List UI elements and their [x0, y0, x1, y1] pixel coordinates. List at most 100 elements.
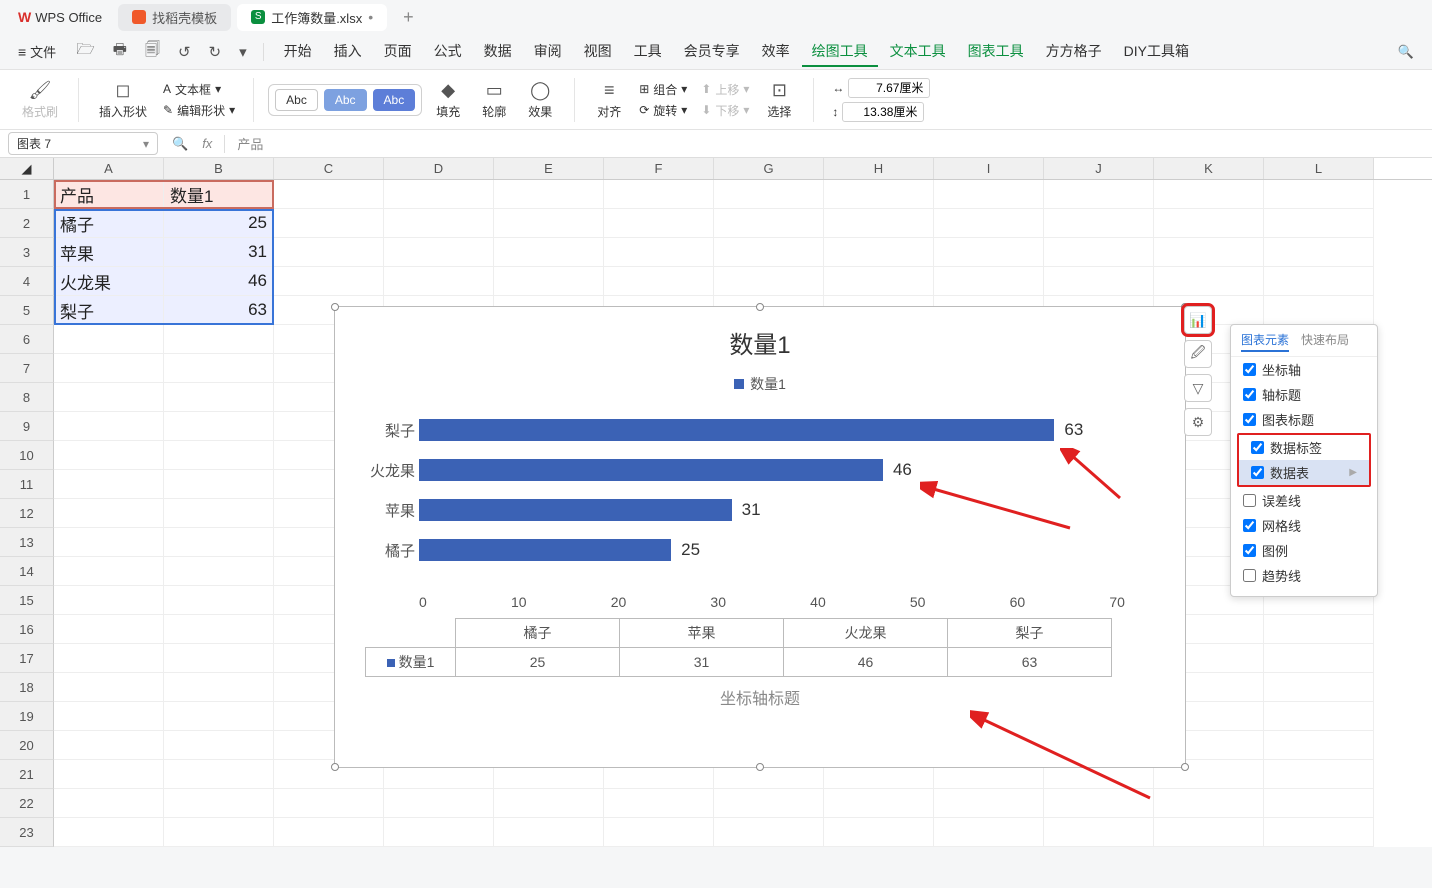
align-button[interactable]: ≡对齐: [589, 78, 629, 122]
cell[interactable]: [714, 818, 824, 847]
ribbon-tab[interactable]: 视图: [574, 37, 622, 67]
select-all-corner[interactable]: ◢: [0, 158, 54, 179]
ribbon-tab[interactable]: 文本工具: [880, 37, 956, 67]
row-header[interactable]: 9: [0, 412, 54, 441]
column-header[interactable]: G: [714, 158, 824, 179]
cell[interactable]: [274, 238, 384, 267]
ribbon-tab[interactable]: 图表工具: [958, 37, 1034, 67]
column-header[interactable]: I: [934, 158, 1044, 179]
bar[interactable]: [419, 419, 1054, 441]
cell[interactable]: 梨子: [54, 296, 164, 325]
resize-handle[interactable]: [331, 303, 339, 311]
row-header[interactable]: 11: [0, 470, 54, 499]
insert-shape-button[interactable]: ◻插入形状: [93, 78, 153, 122]
cell[interactable]: [1264, 760, 1374, 789]
column-header[interactable]: D: [384, 158, 494, 179]
ce-checkbox[interactable]: [1243, 363, 1256, 376]
chart[interactable]: 数量1 数量1 梨子63火龙果46苹果31橘子25 01020304050607…: [334, 306, 1186, 768]
cell[interactable]: [824, 180, 934, 209]
cell[interactable]: [1044, 818, 1154, 847]
fill-button[interactable]: ◆填充: [428, 78, 468, 122]
bar[interactable]: [419, 459, 883, 481]
ribbon-tab[interactable]: 方方格子: [1036, 37, 1112, 67]
textbox-button[interactable]: A文本框▾: [159, 80, 239, 99]
cell[interactable]: [1264, 180, 1374, 209]
cell[interactable]: [494, 238, 604, 267]
row-header[interactable]: 5: [0, 296, 54, 325]
cell[interactable]: 63: [164, 296, 274, 325]
group-button[interactable]: ⊞组合▾: [635, 80, 691, 99]
cell[interactable]: [934, 209, 1044, 238]
row-header[interactable]: 20: [0, 731, 54, 760]
cell[interactable]: [274, 789, 384, 818]
shape-style-gallery[interactable]: Abc Abc Abc: [268, 84, 422, 116]
cell[interactable]: [604, 267, 714, 296]
column-header[interactable]: J: [1044, 158, 1154, 179]
cell[interactable]: 苹果: [54, 238, 164, 267]
row-header[interactable]: 4: [0, 267, 54, 296]
cell[interactable]: 火龙果: [54, 267, 164, 296]
tab-add-button[interactable]: +: [393, 7, 424, 28]
cell[interactable]: [274, 180, 384, 209]
cell[interactable]: [54, 818, 164, 847]
ribbon-tab[interactable]: 公式: [424, 37, 472, 67]
effect-button[interactable]: ◯效果: [520, 78, 560, 122]
row-header[interactable]: 3: [0, 238, 54, 267]
cell[interactable]: [714, 267, 824, 296]
cell[interactable]: [54, 528, 164, 557]
row-header[interactable]: 23: [0, 818, 54, 847]
height-input[interactable]: [842, 102, 924, 122]
cell[interactable]: [604, 818, 714, 847]
cell[interactable]: [164, 673, 274, 702]
row-header[interactable]: 6: [0, 325, 54, 354]
width-input[interactable]: [848, 78, 930, 98]
resize-handle[interactable]: [331, 763, 339, 771]
cell[interactable]: [494, 818, 604, 847]
ce-checkbox[interactable]: [1243, 544, 1256, 557]
cell[interactable]: [494, 789, 604, 818]
cell[interactable]: 产品: [54, 180, 164, 209]
cell[interactable]: [164, 702, 274, 731]
cell[interactable]: [1264, 615, 1374, 644]
cell[interactable]: [164, 818, 274, 847]
column-header[interactable]: A: [54, 158, 164, 179]
cell[interactable]: [1264, 296, 1374, 325]
cell[interactable]: [54, 702, 164, 731]
bar-row[interactable]: 橘子25: [419, 530, 1125, 570]
cell[interactable]: [164, 441, 274, 470]
cell[interactable]: [824, 209, 934, 238]
row-header[interactable]: 22: [0, 789, 54, 818]
row-header[interactable]: 21: [0, 760, 54, 789]
cell[interactable]: [1154, 789, 1264, 818]
cell[interactable]: [1044, 267, 1154, 296]
cell[interactable]: [1264, 267, 1374, 296]
qat-save-icon[interactable]: 🗁: [70, 35, 101, 68]
cell[interactable]: [54, 789, 164, 818]
ce-item[interactable]: 图例: [1231, 538, 1377, 563]
cell[interactable]: [714, 238, 824, 267]
cell[interactable]: [54, 441, 164, 470]
qat-undo-icon[interactable]: 🖶: [107, 35, 133, 68]
cell[interactable]: [824, 818, 934, 847]
resize-handle[interactable]: [756, 763, 764, 771]
ribbon-tab[interactable]: 绘图工具: [802, 37, 878, 67]
cell[interactable]: [384, 818, 494, 847]
column-header[interactable]: L: [1264, 158, 1374, 179]
name-box[interactable]: 图表 7▾: [8, 132, 158, 155]
cell[interactable]: [54, 586, 164, 615]
column-header[interactable]: F: [604, 158, 714, 179]
cell[interactable]: 31: [164, 238, 274, 267]
plot-area[interactable]: 梨子63火龙果46苹果31橘子25: [419, 410, 1125, 590]
cell[interactable]: [54, 470, 164, 499]
ribbon-tab[interactable]: 页面: [374, 37, 422, 67]
cell[interactable]: [164, 470, 274, 499]
ribbon-tab[interactable]: 效率: [752, 37, 800, 67]
bar-row[interactable]: 火龙果46: [419, 450, 1125, 490]
cell[interactable]: 橘子: [54, 209, 164, 238]
cell[interactable]: [54, 615, 164, 644]
row-header[interactable]: 17: [0, 644, 54, 673]
qat-dropdown-icon[interactable]: ▾: [233, 39, 253, 65]
row-header[interactable]: 15: [0, 586, 54, 615]
cell[interactable]: [1044, 180, 1154, 209]
cell[interactable]: [714, 789, 824, 818]
